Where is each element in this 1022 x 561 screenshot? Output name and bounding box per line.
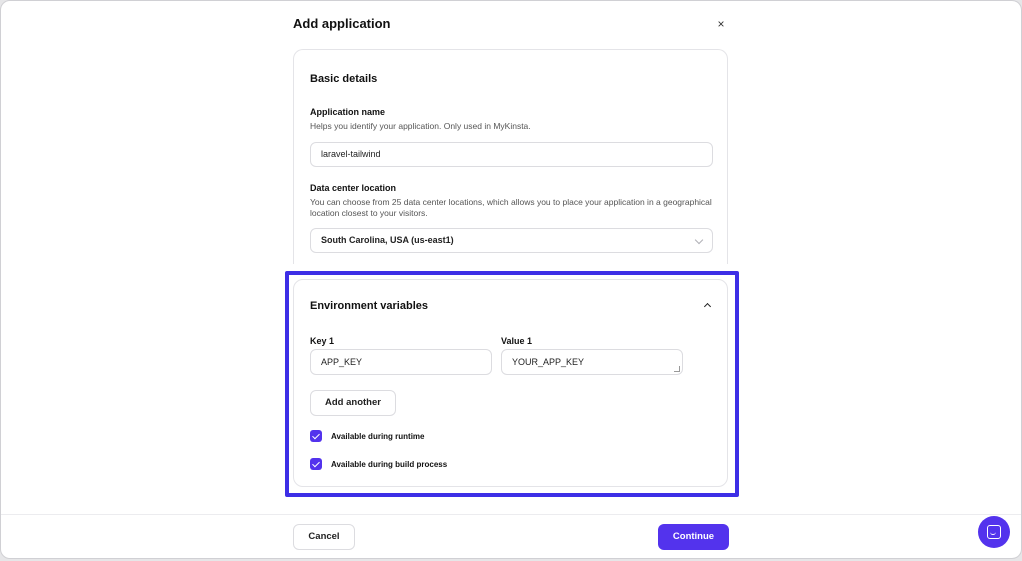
- checkmark-icon[interactable]: [310, 458, 322, 470]
- resize-grip-icon[interactable]: [674, 366, 680, 372]
- cancel-button[interactable]: Cancel: [293, 524, 355, 550]
- chat-icon[interactable]: [978, 516, 1010, 548]
- data-center-selected-value: South Carolina, USA (us-east1): [321, 235, 454, 245]
- data-center-label: Data center location: [310, 183, 397, 193]
- basic-details-title: Basic details: [310, 73, 378, 85]
- continue-button[interactable]: Continue: [658, 524, 729, 550]
- chat-glyph: [987, 525, 1001, 539]
- env-vars-title: Environment variables: [310, 300, 428, 312]
- value-1-input[interactable]: YOUR_APP_KEY: [501, 349, 683, 375]
- app-name-input[interactable]: laravel-tailwind: [310, 142, 713, 167]
- build-checkbox-label: Available during build process: [331, 459, 448, 469]
- footer-divider: [1, 514, 1021, 515]
- modal-title: Add application: [293, 16, 391, 31]
- key-1-input[interactable]: APP_KEY: [310, 349, 492, 375]
- checkmark-icon[interactable]: [310, 430, 322, 442]
- runtime-checkbox-label: Available during runtime: [331, 431, 425, 441]
- data-center-select[interactable]: South Carolina, USA (us-east1): [310, 228, 713, 253]
- environment-variables-card: Environment variables Key 1 APP_KEY Valu…: [293, 279, 728, 487]
- chevron-down-icon: [694, 235, 704, 245]
- runtime-checkbox-row[interactable]: Available during runtime: [310, 429, 425, 443]
- chevron-up-icon[interactable]: [703, 302, 712, 311]
- app-name-label: Application name: [310, 107, 386, 117]
- build-checkbox-row[interactable]: Available during build process: [310, 457, 447, 471]
- value-1-label: Value 1: [501, 336, 533, 346]
- key-1-label: Key 1: [310, 336, 335, 346]
- app-name-help: Helps you identify your application. Onl…: [310, 121, 531, 131]
- add-another-button[interactable]: Add another: [310, 390, 396, 416]
- value-1-text: YOUR_APP_KEY: [512, 357, 585, 367]
- close-icon[interactable]: ×: [713, 17, 729, 33]
- app-window: Add application × Basic details Applicat…: [0, 0, 1022, 559]
- data-center-help: You can choose from 25 data center locat…: [310, 197, 712, 218]
- basic-details-card: Basic details Application name Helps you…: [293, 49, 728, 264]
